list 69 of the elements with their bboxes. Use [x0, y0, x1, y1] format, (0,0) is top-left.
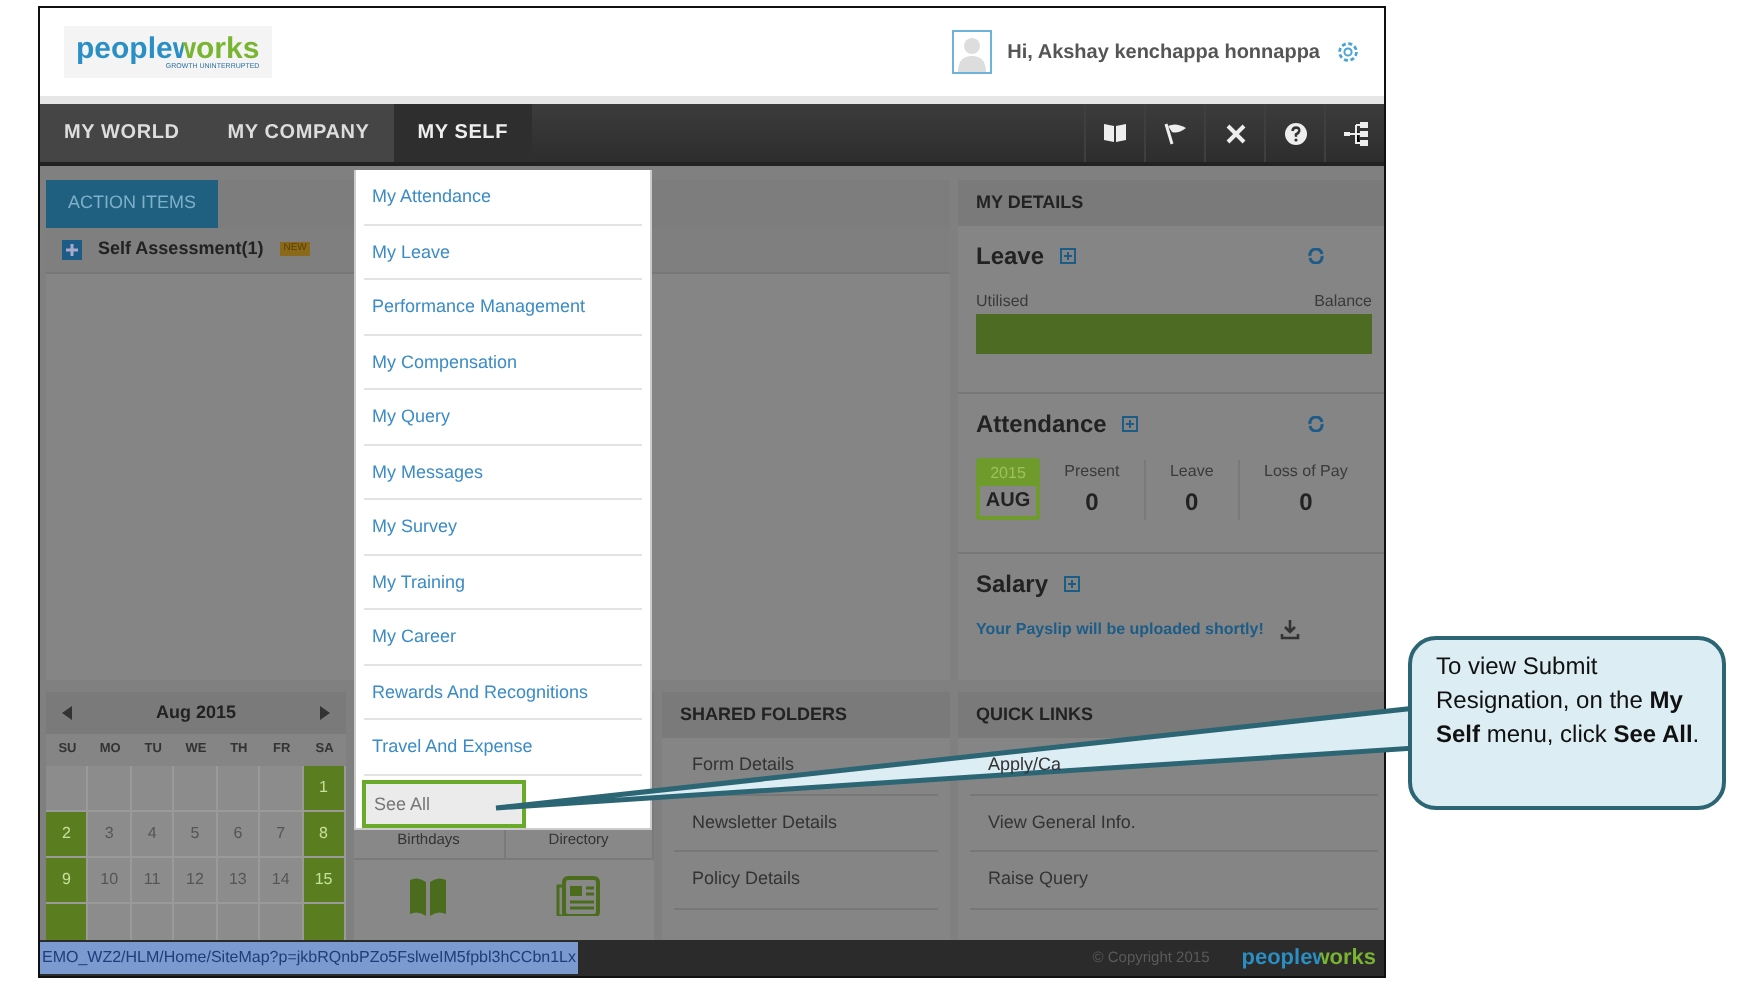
calendar-day[interactable]	[88, 904, 132, 940]
nav-tab[interactable]: MY COMPANY	[203, 104, 394, 162]
sitemap-icon[interactable]	[1343, 121, 1367, 145]
menu-item[interactable]: Travel And Expense	[364, 720, 642, 775]
action-item-link[interactable]: Self Assessment(1)	[98, 235, 264, 263]
expand-icon[interactable]	[62, 239, 82, 259]
calendar-day[interactable]	[88, 766, 132, 812]
menu-item[interactable]: Rewards And Recognitions	[364, 665, 642, 720]
calendar-day[interactable]: 9	[46, 858, 89, 904]
refresh-icon[interactable]	[1308, 416, 1324, 432]
menu-item[interactable]: My Training	[364, 555, 642, 610]
calendar-day[interactable]	[46, 904, 89, 940]
greeting-text: Hi, Akshay kenchappa honnappa	[1007, 39, 1320, 67]
stat-label: Leave	[1167, 459, 1216, 483]
calendar-day[interactable]	[131, 904, 175, 940]
settings-icon[interactable]	[1336, 40, 1360, 64]
newspaper-icon[interactable]	[556, 876, 600, 916]
menu-item[interactable]: Performance Management	[364, 280, 642, 335]
menu-item[interactable]: See All	[362, 779, 526, 827]
menu-item[interactable]: My Compensation	[364, 335, 642, 390]
stat-value: 0	[1083, 485, 1101, 519]
expand-icon[interactable]	[1122, 416, 1139, 432]
calendar-day[interactable]	[260, 904, 304, 940]
menu-item[interactable]: My Query	[364, 390, 642, 445]
calendar-day[interactable]: 2	[46, 812, 89, 858]
help-icon[interactable]	[1283, 121, 1307, 145]
balance-label: Balance	[1314, 290, 1372, 314]
quick-link[interactable]: View General Info.	[970, 795, 1378, 852]
expand-icon[interactable]	[1060, 248, 1077, 264]
stat-value: 0	[1297, 485, 1315, 519]
calendar-day[interactable]	[260, 766, 304, 812]
calendar-day[interactable]	[217, 904, 261, 940]
folder-link[interactable]: Policy Details	[674, 852, 938, 909]
menu-item[interactable]: My Career	[364, 610, 642, 665]
calendar-day[interactable]	[303, 904, 346, 940]
stat-value: 0	[1183, 485, 1201, 519]
panel-tab[interactable]: ACTION ITEMS	[46, 180, 219, 227]
menu-item[interactable]: My Attendance	[364, 170, 642, 225]
callout-text: To view Submit Resignation, on the My Self menu, click See All.	[1436, 650, 1702, 752]
menu-item[interactable]: My Leave	[364, 225, 642, 280]
section-title: Leave	[976, 240, 1045, 274]
utilised-label: Utilised	[976, 290, 1029, 314]
expand-icon[interactable]	[1064, 576, 1081, 592]
status-url: EMO_WZ2/HLM/Home/SiteMap?p=jkbRQnbPZo5FslweIM5fpbl3hCCbn1Lx	[40, 942, 578, 974]
calendar-day[interactable]: 15	[303, 858, 346, 904]
menu-item[interactable]: My Messages	[364, 445, 642, 500]
panel-title: QUICK LINKS	[976, 701, 1093, 728]
book-icon[interactable]	[1102, 122, 1128, 144]
download-icon[interactable]	[1279, 620, 1300, 640]
avatar-icon	[951, 30, 992, 74]
nav-tab[interactable]: MY WORLD	[40, 104, 204, 162]
stat-label: Loss of Pay	[1262, 459, 1350, 483]
panel-title: MY DETAILS	[976, 189, 1084, 216]
flag-icon[interactable]	[1163, 121, 1187, 145]
section-title: Attendance	[976, 408, 1107, 442]
stat-label: Present	[1062, 459, 1122, 483]
refresh-icon[interactable]	[1308, 248, 1324, 264]
quick-link[interactable]: Raise Query	[970, 852, 1378, 909]
calendar-month: Aug 2015	[153, 699, 239, 726]
next-icon[interactable]	[320, 706, 330, 720]
calendar-day[interactable]: 1	[303, 766, 346, 812]
panel-title: SHARED FOLDERS	[680, 701, 848, 728]
calendar-day[interactable]	[46, 766, 89, 812]
section-title: Salary	[976, 568, 1049, 602]
menu-item[interactable]: My Survey	[364, 500, 642, 555]
previous-icon[interactable]	[62, 706, 72, 720]
calendar-day[interactable]	[174, 904, 218, 940]
payslip-message: Your Payslip will be uploaded shortly!	[976, 618, 1264, 642]
calendar-day[interactable]: 8	[303, 812, 346, 858]
